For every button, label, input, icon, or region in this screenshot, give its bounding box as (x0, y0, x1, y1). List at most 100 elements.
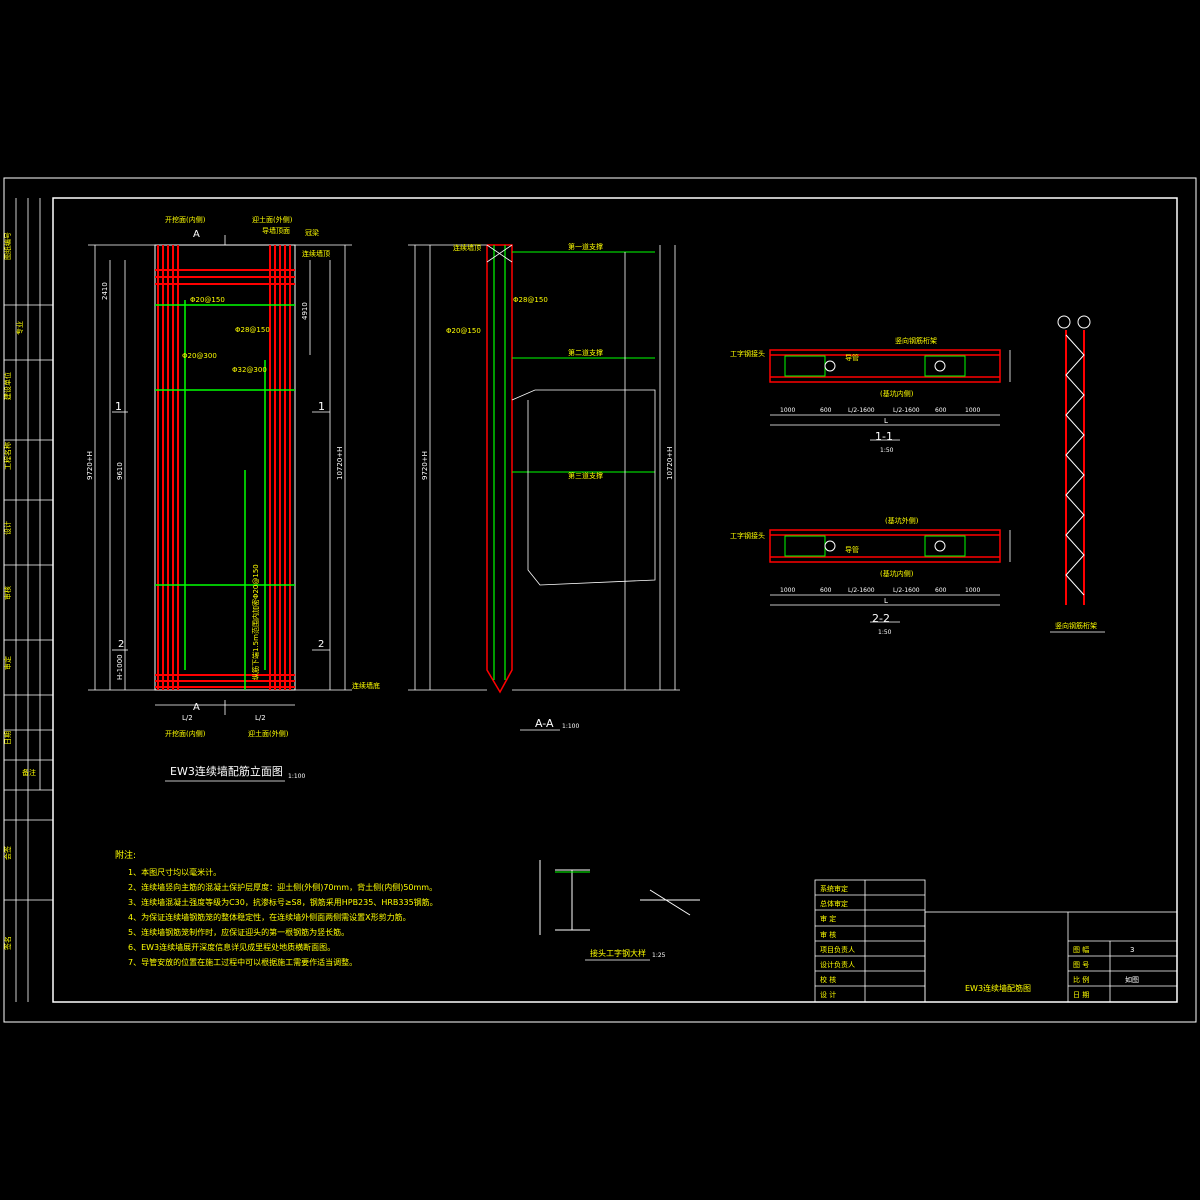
s22-pipe: 导管 (845, 545, 859, 554)
joint-title: 接头工字钢大样 (590, 948, 646, 958)
title-main-scale: 1:100 (288, 773, 305, 780)
dim-9610: 9610 (116, 462, 124, 480)
s11-pipe: 导管 (845, 353, 859, 362)
s22-outer: (基坑外侧) (885, 516, 919, 525)
rebar-label-2: Φ20@300 (182, 352, 217, 360)
tb-label-0: 图 幅 (1073, 945, 1089, 954)
mark-1-right: 1 (318, 400, 325, 413)
s22-ibeam: 工字钢接头 (730, 531, 765, 540)
mark-2-right: 2 (318, 639, 324, 650)
second-support: 第二道支撑 (568, 348, 603, 357)
mark-1-left: 1 (115, 400, 122, 413)
note-1: 1、本图尺寸均以毫米计。 (128, 867, 221, 877)
rebar-label-4: Φ32@300 (232, 366, 267, 374)
s22-dim-4: 600 (935, 587, 947, 594)
strip-label-5: 审核 (3, 586, 12, 600)
section-22-title: 2-2 (872, 612, 890, 625)
third-support: 第三道支撑 (568, 471, 603, 480)
s22-dim-2: L/2-1600 (848, 587, 875, 594)
rebar-label-3: Φ28@150 (235, 326, 270, 334)
s22-dim-3: L/2-1600 (893, 587, 920, 594)
strip-label-9: 会签 (3, 846, 12, 860)
joint-detail: 接头工字钢大样 1:25 (539, 860, 700, 961)
aa-rebar-1: Φ20@150 (446, 327, 481, 335)
s11-dim-4: 600 (935, 407, 947, 414)
label-wall-bottom: 连续墙底 (352, 681, 380, 690)
s22-inner: (基坑内侧) (880, 569, 914, 578)
cad-drawing-canvas: 图纸编号 专业 建设单位 工程名称 设计 审核 审定 日期 备注 会签 签名 开… (3, 177, 1197, 1023)
elevation-drawing: 开挖面(内侧) 迎土面(外侧) 冠梁 导墙顶面 连续墙底 连续墙顶 A A 1 … (86, 215, 380, 782)
s11-ibeam: 工字钢接头 (730, 349, 765, 358)
section-11: 竖向钢筋桁架 (基坑内侧) 导管 工字钢接头 1000 600 L/2-1600… (730, 336, 1011, 454)
joint-scale: 1:25 (652, 952, 666, 959)
truss-title: 竖向钢筋桁架 (1055, 621, 1097, 630)
s11-inner: (基坑内侧) (880, 389, 914, 398)
section-22: (基坑外侧) (基坑内侧) 导管 工字钢接头 1000 600 L/2-1600… (730, 516, 1011, 636)
s11-dim-3: L/2-1600 (893, 407, 920, 414)
section-aa: 连续墙顶 第一道支撑 第二道支撑 第三道支撑 9720+H 10720+H Φ2… (408, 242, 680, 731)
s22-total: L (884, 597, 888, 605)
notes-header: 附注: (115, 849, 136, 861)
label-digging-face: 开挖面(内侧) (165, 215, 206, 224)
s11-dim-1: 600 (820, 407, 832, 414)
s22-dim-0: 1000 (780, 587, 795, 594)
label-digging-face-bottom: 开挖面(内侧) (165, 729, 206, 738)
s11-dim-5: 1000 (965, 407, 980, 414)
strip-label-3: 工程名称 (3, 442, 12, 470)
s22-dim-1: 600 (820, 587, 832, 594)
note-5: 5、连续墙钢筋笼制作时，应保证迎头的第一根钢筋为竖长筋。 (128, 927, 349, 937)
tb-row-6: 校 核 (820, 975, 836, 984)
strip-label-0: 图纸编号 (3, 232, 12, 260)
section-aa-title: A-A (535, 717, 554, 730)
dim-9720: 9720+H (86, 451, 94, 480)
mark-a-top: A (193, 229, 200, 240)
dim-10720: 10720+H (336, 447, 344, 480)
vertical-truss: 竖向钢筋桁架 (1050, 315, 1105, 633)
label-soil-face: 迎土面(外侧) (252, 215, 293, 224)
section-11-title: 1-1 (875, 430, 893, 443)
label-soil-face-bottom: 迎土面(外侧) (248, 729, 289, 738)
tb-value-0: 3 (1130, 946, 1134, 954)
tb-drawing-name: EW3连续墙配筋图 (965, 983, 1031, 993)
note-7: 7、导管安放的位置在施工过程中可以根据施工需要作适当调整。 (128, 957, 357, 967)
label-wall-top: 连续墙顶 (302, 249, 330, 258)
tb-label-2: 比 例 (1073, 975, 1089, 984)
half-l-right: L/2 (255, 714, 266, 722)
s11-dim-0: 1000 (780, 407, 795, 414)
aa-dim-2: 10720+H (666, 447, 674, 480)
strip-label-7: 日期 (4, 731, 12, 745)
tb-value-2: 如图 (1125, 975, 1139, 984)
inner-frame (52, 197, 1178, 1003)
notes: 附注: 1、本图尺寸均以毫米计。 2、连续墙竖向主筋的混凝土保护层厚度：迎土侧(… (115, 849, 438, 967)
s11-truss: 竖向钢筋桁架 (895, 336, 937, 345)
aa-cap-beam: 连续墙顶 (453, 243, 481, 252)
strip-label-2: 建设单位 (3, 372, 12, 400)
note-3: 3、连续墙混凝土强度等级为C30，抗渗标号≥S8，钢筋采用HPB235、HRB3… (128, 897, 438, 907)
tb-label-3: 日 期 (1073, 991, 1089, 999)
section-11-scale: 1:50 (880, 447, 894, 454)
s11-dim-2: L/2-1600 (848, 407, 875, 414)
rebar-label-1: Φ20@150 (190, 296, 225, 304)
tb-row-3: 审 核 (820, 930, 836, 939)
dim-h1000: H-1000 (116, 654, 124, 680)
tb-row-1: 总体审定 (820, 899, 848, 908)
label-cap-beam: 冠梁 (305, 228, 319, 237)
tb-row-5: 设计负责人 (820, 960, 855, 969)
section-22-scale: 1:50 (878, 629, 892, 636)
aa-rebar-2: Φ28@150 (513, 296, 548, 304)
tb-row-7: 设 计 (820, 990, 836, 999)
tb-row-2: 审 定 (820, 914, 836, 923)
note-4: 4、为保证连续墙钢筋笼的整体稳定性，在连续墙外侧面两侧需设置X形剪力筋。 (128, 912, 411, 922)
strip-label-1: 专业 (15, 321, 24, 335)
mark-a-bottom: A (193, 702, 200, 713)
tb-label-1: 图 号 (1073, 961, 1089, 969)
note-6: 6、EW3连续墙展开深度信息详见成里程处地质横断面图。 (128, 942, 335, 952)
half-l-left: L/2 (182, 714, 193, 722)
first-support: 第一道支撑 (568, 242, 603, 251)
dim-2410: 2410 (101, 282, 109, 300)
section-aa-scale: 1:100 (562, 723, 579, 730)
aa-dim-1: 9720+H (421, 451, 429, 480)
strip-label-8: 备注 (22, 768, 36, 777)
note-2: 2、连续墙竖向主筋的混凝土保护层厚度：迎土侧(外侧)70mm，背土侧(内侧)50… (128, 882, 437, 892)
tb-row-4: 项目负责人 (820, 945, 855, 954)
